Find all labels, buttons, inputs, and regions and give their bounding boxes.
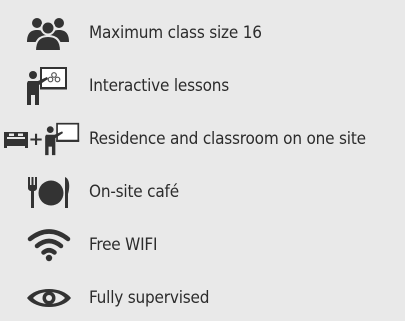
- wifi-icon: [27, 222, 71, 268]
- feature-label: Fully supervised: [89, 288, 210, 308]
- feature-label: On-site café: [89, 182, 179, 202]
- feature-item-cafe: On-site café: [0, 169, 405, 215]
- feature-label: Maximum class size 16: [89, 23, 262, 43]
- plus-sign-text: +: [28, 128, 44, 150]
- group-icon: [24, 10, 72, 56]
- feature-item-wifi: Free WIFI: [0, 222, 405, 268]
- eye-icon: [25, 275, 73, 321]
- feature-item-residence-classroom: + Residence and classroom on one site: [0, 116, 405, 162]
- feature-item-interactive-lessons: Interactive lessons: [0, 63, 405, 109]
- feature-label: Residence and classroom on one site: [89, 129, 366, 149]
- feature-label: Free WIFI: [89, 235, 158, 255]
- feature-item-class-size: Maximum class size 16: [0, 10, 405, 56]
- feature-list: Maximum class size 16 Interactive lesson…: [0, 0, 405, 318]
- feature-label: Interactive lessons: [89, 76, 230, 96]
- bed-icon: [3, 116, 29, 162]
- plate-cutlery-icon: [27, 169, 71, 215]
- teacher-presentation-icon: [26, 63, 70, 109]
- classroom-icon: [44, 116, 82, 162]
- plus-sign: +: [28, 116, 44, 162]
- feature-item-supervised: Fully supervised: [0, 275, 405, 321]
